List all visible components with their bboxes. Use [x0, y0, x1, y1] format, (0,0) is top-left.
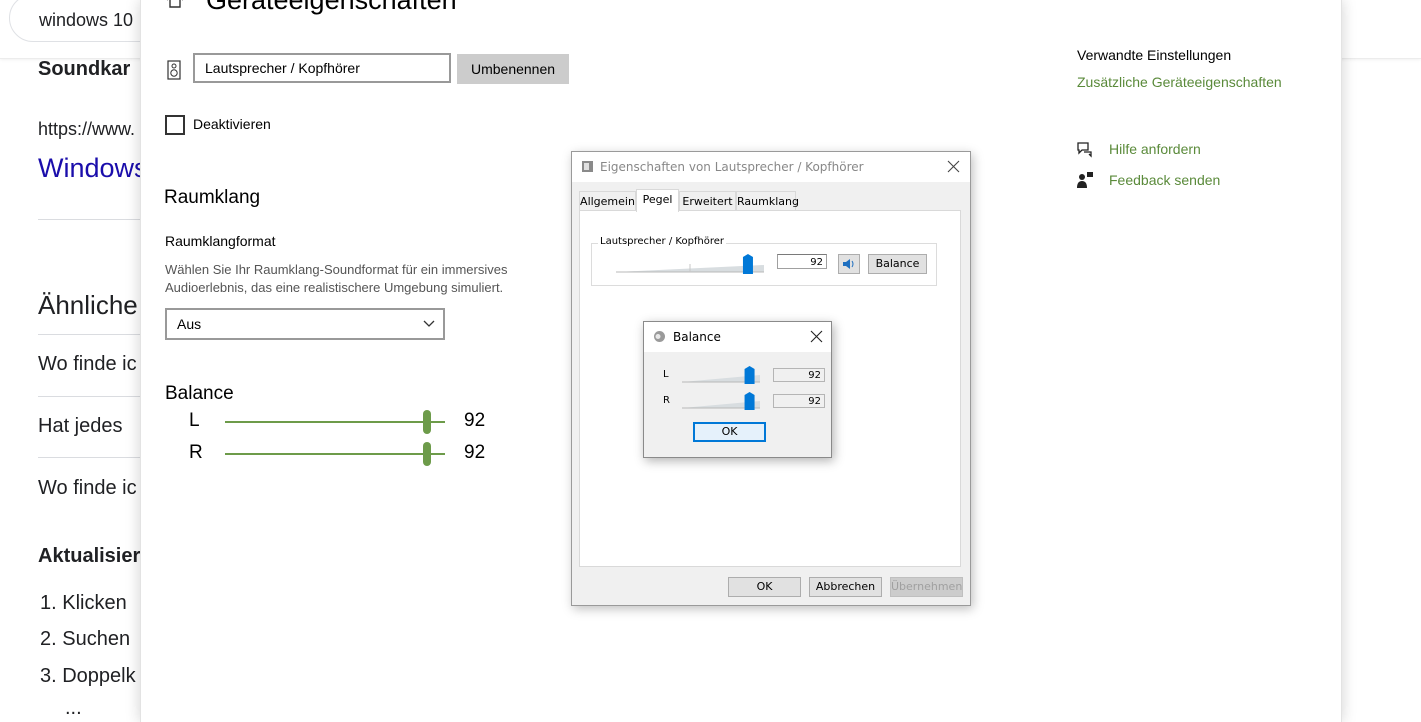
divider [38, 396, 148, 397]
page-title: Geräteeigenschaften [206, 0, 457, 15]
balance-right-slider-track[interactable] [225, 453, 445, 455]
balance-right-slider-thumb[interactable] [423, 442, 432, 466]
level-slider-thumb[interactable] [742, 254, 753, 274]
apply-button[interactable]: Übernehmen [890, 577, 963, 597]
balance-button[interactable]: Balance [868, 254, 927, 274]
related-settings-heading: Verwandte Einstellungen [1077, 47, 1232, 63]
divider [38, 219, 148, 220]
step-ellipsis: ... [65, 697, 82, 719]
disable-checkbox-label: Deaktivieren [193, 116, 271, 132]
level-value[interactable]: 92 [777, 254, 827, 269]
disable-checkbox[interactable] [165, 115, 185, 135]
spatial-format-label: Raumklangformat [165, 233, 276, 249]
mute-button[interactable] [838, 254, 860, 274]
related-question[interactable]: Wo finde ic [38, 353, 137, 376]
result-url[interactable]: https://www. [38, 119, 135, 140]
update-heading: Aktualisier [38, 545, 141, 567]
ok-button[interactable]: OK [728, 577, 801, 597]
left-channel-value: 92 [773, 368, 825, 382]
cancel-button[interactable]: Abbrechen [809, 577, 882, 597]
step-item: 1. Klicken [40, 592, 127, 614]
balance-left-slider-thumb[interactable] [423, 410, 432, 434]
home-icon[interactable] [165, 0, 185, 8]
result-heading: Soundkar [38, 58, 131, 80]
left-channel-label: L [663, 369, 669, 380]
balance-dialog-titlebar[interactable]: Balance [644, 322, 831, 352]
additional-device-properties-link[interactable]: Zusätzliche Geräteeigenschaften [1077, 74, 1282, 90]
speaker-icon [582, 161, 593, 172]
help-link[interactable]: Hilfe anfordern [1109, 141, 1201, 157]
levels-group-label: Lautsprecher / Kopfhörer [598, 236, 727, 247]
balance-right-label: R [189, 442, 203, 463]
spatial-format-dropdown[interactable]: Aus [165, 308, 445, 340]
close-icon[interactable] [947, 160, 960, 173]
related-question[interactable]: Hat jedes [38, 415, 123, 438]
right-channel-slider-thumb[interactable] [744, 392, 755, 410]
left-channel-slider-thumb[interactable] [744, 366, 755, 384]
divider [38, 334, 148, 335]
right-channel-slider[interactable] [682, 390, 760, 410]
feedback-link[interactable]: Feedback senden [1109, 172, 1220, 188]
balance-left-slider-track[interactable] [225, 421, 445, 423]
rename-button[interactable]: Umbenennen [457, 54, 569, 84]
spatial-sound-title: Raumklang [164, 187, 261, 208]
balance-ok-button[interactable]: OK [693, 422, 766, 442]
result-link[interactable]: Windows [38, 153, 148, 184]
balance-right-value: 92 [464, 442, 486, 463]
right-channel-label: R [663, 395, 670, 406]
balance-dialog-title: Balance [673, 330, 721, 344]
dialog-title: Eigenschaften von Lautsprecher / Kopfhör… [600, 160, 864, 174]
tab-levels[interactable]: Pegel [636, 189, 679, 212]
chevron-down-icon [423, 320, 435, 327]
related-question[interactable]: Wo finde ic [38, 477, 137, 500]
speaker-device-icon [167, 60, 181, 80]
feedback-person-icon [1077, 172, 1093, 188]
spatial-format-description: Wählen Sie Ihr Raumklang-Soundformat für… [165, 262, 508, 295]
step-item: 2. Suchen [40, 628, 131, 650]
balance-left-value: 92 [464, 410, 486, 431]
dialog-titlebar[interactable]: Eigenschaften von Lautsprecher / Kopfhör… [572, 152, 970, 182]
device-name-input[interactable]: Lautsprecher / Kopfhörer [193, 53, 451, 83]
related-questions-heading: Ähnliche [38, 290, 138, 320]
levels-groupbox: Lautsprecher / Kopfhörer 92 Balance [591, 236, 937, 286]
help-chat-icon [1077, 142, 1092, 158]
balance-title: Balance [165, 383, 234, 404]
level-slider[interactable] [616, 252, 764, 274]
left-channel-slider[interactable] [682, 364, 760, 384]
balance-left-label: L [189, 410, 200, 431]
right-channel-value: 92 [773, 394, 825, 408]
tab-advanced[interactable]: Erweitert [679, 191, 736, 210]
step-item: 3. Doppelk [40, 665, 136, 687]
spatial-format-selected: Aus [177, 316, 202, 332]
divider [38, 457, 148, 458]
speaker-icon [654, 331, 665, 342]
tab-spatial-sound[interactable]: Raumklang [736, 191, 799, 210]
balance-dialog: Balance L 92 R 92 OK [643, 321, 832, 458]
tab-general[interactable]: Allgemein [579, 191, 636, 210]
volume-icon [843, 259, 854, 269]
close-icon[interactable] [810, 330, 823, 343]
